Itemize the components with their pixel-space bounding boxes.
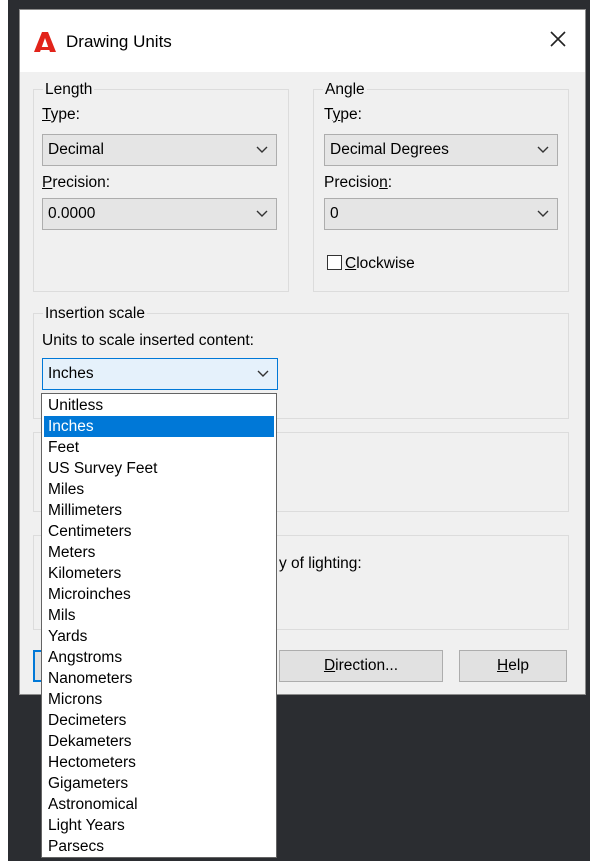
insertion-units-select[interactable]: Inches [42,358,278,390]
length-type-select[interactable]: Decimal [42,134,277,166]
dropdown-option[interactable]: Light Years [44,815,274,836]
dropdown-option[interactable]: Inches [44,416,274,437]
dropdown-option[interactable]: Hectometers [44,752,274,773]
dropdown-option[interactable]: Microinches [44,584,274,605]
lighting-units-label: y of lighting: [279,555,362,572]
dropdown-option[interactable]: Dekameters [44,731,274,752]
dropdown-option[interactable]: Miles [44,479,274,500]
chevron-down-icon [537,210,549,217]
length-legend: Length [43,81,95,99]
angle-type-label: Type: [324,106,362,123]
dropdown-option[interactable]: Centimeters [44,521,274,542]
angle-precision-select[interactable]: 0 [324,198,558,230]
close-icon[interactable] [545,26,571,52]
insertion-units-dropdown-list[interactable]: Unitless Inches Feet US Survey Feet Miles Mil… [41,393,277,858]
chevron-down-icon [256,146,268,153]
direction-button[interactable]: Direction... [279,650,443,682]
dropdown-option[interactable]: Yards [44,626,274,647]
length-precision-label: Precision: [42,174,111,191]
dropdown-option[interactable]: Gigameters [44,773,274,794]
dropdown-option[interactable]: Nanometers [44,668,274,689]
dropdown-option[interactable]: Meters [44,542,274,563]
insertion-scale-legend: Insertion scale [43,305,147,323]
dropdown-option[interactable]: Unitless [44,395,274,416]
units-to-scale-label: Units to scale inserted content: [42,332,254,349]
dropdown-option[interactable]: Decimeters [44,710,274,731]
chevron-down-icon [257,370,269,377]
clockwise-checkbox[interactable] [327,255,342,270]
dialog-title: Drawing Units [66,32,172,51]
autocad-logo-icon [34,32,56,52]
length-type-label: Type: [42,106,80,123]
dropdown-option[interactable]: Astronomical [44,794,274,815]
dropdown-option[interactable]: Parsecs [44,836,274,857]
dropdown-option[interactable]: Kilometers [44,563,274,584]
angle-precision-label: Precision: [324,174,393,191]
dropdown-option[interactable]: Mils [44,605,274,626]
chevron-down-icon [537,146,549,153]
dropdown-option[interactable]: Millimeters [44,500,274,521]
clockwise-label[interactable]: Clockwise [345,255,415,273]
dropdown-option[interactable]: US Survey Feet [44,458,274,479]
dropdown-option[interactable]: Angstroms [44,647,274,668]
title-bar: Drawing Units [20,10,585,72]
angle-legend: Angle [323,81,367,99]
dropdown-option[interactable]: Microns [44,689,274,710]
length-precision-select[interactable]: 0.0000 [42,198,277,230]
help-button[interactable]: Help [459,650,567,682]
chevron-down-icon [256,210,268,217]
angle-type-select[interactable]: Decimal Degrees [324,134,558,166]
dropdown-option[interactable]: Feet [44,437,274,458]
